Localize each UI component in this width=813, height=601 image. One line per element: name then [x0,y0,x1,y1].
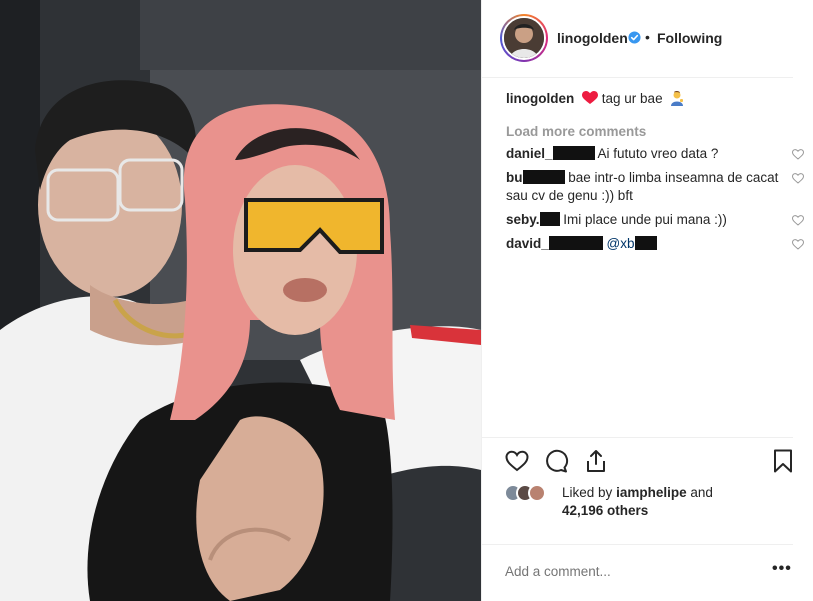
comment-username[interactable]: seby. [506,212,540,227]
divider [482,544,793,545]
redaction-bar [634,236,657,250]
comment-icon[interactable] [543,448,569,474]
person-emoji-icon [671,91,684,106]
likes-summary: Liked by iamphelipe and 42,196 others [562,484,713,520]
add-comment-input[interactable] [505,564,745,579]
verified-badge-icon [628,31,641,44]
redaction-bar [539,212,560,226]
comment-mention[interactable]: @xb [607,236,635,251]
comment-like-heart-icon[interactable] [792,215,804,226]
liked-by-and: and [690,485,713,500]
redaction-bar [522,170,565,184]
username-link[interactable]: linogolden [557,30,628,46]
comment-like-heart-icon[interactable] [792,173,804,184]
comment-like-heart-icon[interactable] [792,149,804,160]
liked-by-prefix: Liked by [562,485,613,500]
divider [482,437,793,438]
comment-text: Imi place unde pui mana :)) [563,212,727,227]
instagram-post-modal: linogolden • Following linogolden tag ur… [0,0,813,601]
comment-row: bu bae intr-o limba inseamna de cacat sa… [506,169,804,205]
share-icon[interactable] [583,448,609,474]
comment-row: seby. Imi place unde pui mana :)) [506,211,804,229]
avatar[interactable] [502,16,546,60]
comment-row: daniel_ Ai fututo vreo data ? [506,145,804,163]
more-options-button[interactable]: ••• [772,560,792,578]
post-header: linogolden • Following [482,0,793,78]
caption-text: tag ur bae [601,91,663,106]
comment-username[interactable]: daniel_ [506,146,553,161]
header-separator: • [645,29,650,45]
bookmark-icon[interactable] [770,448,796,474]
post-sidebar: linogolden • Following linogolden tag ur… [481,0,813,601]
redaction-bar [548,236,603,250]
story-ring[interactable] [500,14,548,62]
post-photo-illustration [0,0,481,601]
avatar-image [504,18,544,58]
post-photo[interactable] [0,0,481,601]
caption: linogolden tag ur bae [506,90,796,108]
comments-section: linogolden tag ur bae Load more comments… [506,90,804,253]
red-heart-emoji-icon [582,91,599,104]
avatar[interactable] [528,484,546,502]
comment-username[interactable]: bu [506,170,523,185]
comment-row: david_ @xb [506,235,804,253]
caption-username[interactable]: linogolden [506,91,574,106]
like-heart-icon[interactable] [504,448,530,474]
load-more-comments[interactable]: Load more comments [506,124,796,139]
comment-like-heart-icon[interactable] [792,239,804,250]
redaction-bar [552,146,595,160]
comment-username[interactable]: david_ [506,236,549,251]
others-count-link[interactable]: 42,196 others [562,503,648,518]
comment-text: Ai fututo vreo data ? [597,146,719,161]
following-button[interactable]: Following [657,30,722,46]
liked-by-user-link[interactable]: iamphelipe [616,485,687,500]
